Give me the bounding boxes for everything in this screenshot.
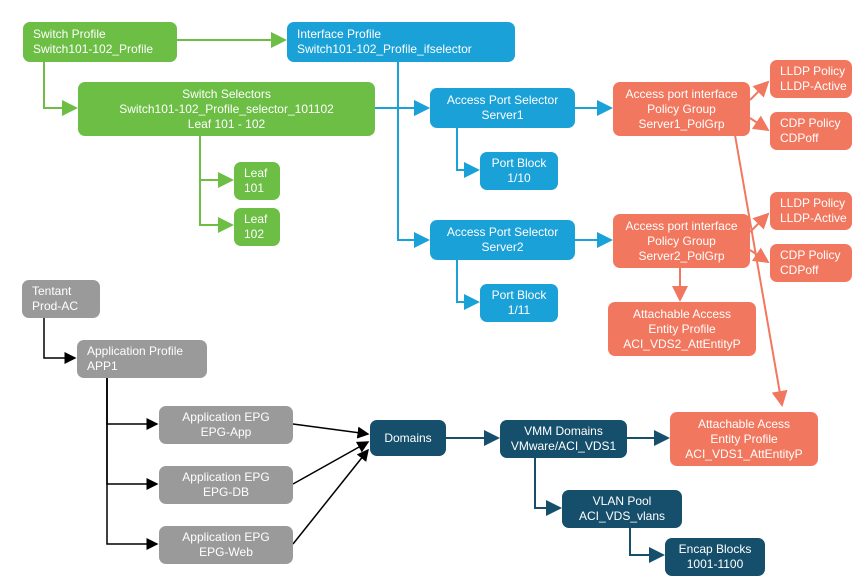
text-line: LLDP Policy [780,196,845,211]
text-line: Access port interface [625,219,737,234]
node-policy-group-2: Access port interface Policy Group Serve… [613,214,750,268]
text-line: Prod-AC [32,299,78,314]
text-line: Leaf [244,166,267,181]
node-aps-server1: Access Port Selector Server1 [430,88,575,128]
text-line: 1001-1100 [687,557,744,572]
text-line: Attachable Acess [698,417,790,432]
text-line: LLDP-Active [780,211,847,226]
text-line: Port Block [492,288,547,303]
text-line: Policy Group [647,234,716,249]
text-line: 101 [244,181,264,196]
node-aep-1: Attachable Acess Entity Profile ACI_VDS1… [670,412,818,466]
node-aep-2: Attachable Access Entity Profile ACI_VDS… [608,302,756,356]
node-port-block-1-10: Port Block 1/10 [480,152,558,190]
text-line: Access port interface [625,87,737,102]
text-line: Domains [384,431,431,446]
text-line: Entity Profile [710,432,777,447]
text-line: Application EPG [182,470,269,485]
text-line: Server2_PolGrp [638,249,724,264]
text-line: Entity Profile [648,322,715,337]
node-app-profile: Application Profile APP1 [77,340,207,378]
node-port-block-1-11: Port Block 1/11 [480,284,558,322]
text-line: Policy Group [647,102,716,117]
node-vmm-domains: VMM Domains VMware/ACI_VDS1 [500,420,627,458]
node-cdp-2: CDP Policy CDPoff [770,244,852,282]
node-leaf-102: Leaf 102 [234,208,280,246]
text-line: Interface Profile [297,27,381,42]
text-line: LLDP-Active [780,79,847,94]
text-line: CDPoff [780,131,818,146]
text-line: Server1 [481,108,523,123]
text-line: EPG-Web [199,545,253,560]
node-policy-group-1: Access port interface Policy Group Serve… [613,82,750,136]
text-line: EPG-DB [203,485,249,500]
node-epg-app: Application EPG EPG-App [159,406,293,444]
text-line: Application EPG [182,410,269,425]
text-line: Switch Selectors [182,87,271,102]
text-line: ACI_VDS2_AttEntityP [623,337,740,352]
node-epg-db: Application EPG EPG-DB [159,466,293,504]
node-switch-profile: Switch Profile Switch101-102_Profile [23,22,177,62]
text-line: VMM Domains [524,424,603,439]
text-line: CDPoff [780,263,818,278]
text-line: VMware/ACI_VDS1 [511,439,616,454]
text-line: Switch101-102_Profile_selector_101102 [119,102,334,117]
text-line: 1/11 [508,303,530,318]
node-lldp-1: LLDP Policy LLDP-Active [770,60,852,98]
node-leaf-101: Leaf 101 [234,162,280,200]
text-line: Tentant [32,284,71,299]
text-line: EPG-App [201,425,252,440]
text-line: CDP Policy [780,248,840,263]
text-line: Encap Blocks [679,542,752,557]
text-line: ACI_VDS1_AttEntityP [685,447,802,462]
text-line: Application EPG [182,530,269,545]
text-line: Switch101-102_Profile [33,42,153,57]
text-line: Leaf [244,212,267,227]
text-line: Port Block [492,156,547,171]
node-domains: Domains [370,420,446,456]
text-line: VLAN Pool [593,494,652,509]
text-line: Server1_PolGrp [638,117,724,132]
node-tenant: Tentant Prod-AC [22,280,100,318]
node-encap-blocks: Encap Blocks 1001-1100 [665,538,765,576]
text-line: Server2 [481,240,523,255]
diagram-canvas: Switch Profile Switch101-102_Profile Swi… [0,0,853,586]
text-line: Application Profile [87,344,183,359]
text-line: CDP Policy [780,116,840,131]
text-line: Access Port Selector [447,225,558,240]
text-line: Attachable Access [633,307,731,322]
text-line: Leaf 101 - 102 [188,117,265,132]
text-line: Access Port Selector [447,93,558,108]
node-interface-profile: Interface Profile Switch101-102_Profile_… [287,22,515,62]
node-lldp-2: LLDP Policy LLDP-Active [770,192,852,230]
node-vlan-pool: VLAN Pool ACI_VDS_vlans [562,490,682,528]
text-line: Switch Profile [33,27,106,42]
text-line: 102 [244,227,264,242]
text-line: 1/10 [507,171,530,186]
text-line: Switch101-102_Profile_ifselector [297,42,472,57]
node-switch-selectors: Switch Selectors Switch101-102_Profile_s… [78,82,375,136]
text-line: APP1 [87,359,118,374]
node-epg-web: Application EPG EPG-Web [159,526,293,564]
text-line: ACI_VDS_vlans [579,509,665,524]
text-line: LLDP Policy [780,64,845,79]
node-cdp-1: CDP Policy CDPoff [770,112,852,150]
node-aps-server2: Access Port Selector Server2 [430,220,575,260]
